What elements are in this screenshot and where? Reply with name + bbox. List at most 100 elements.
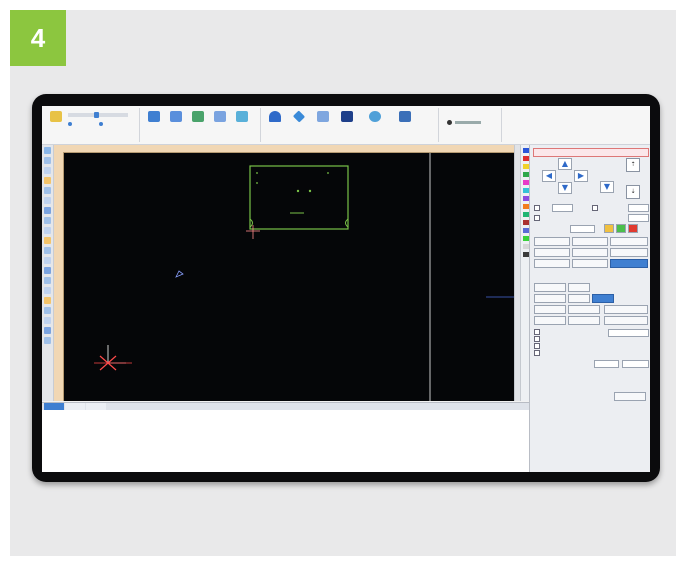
ribbon-button-draw[interactable]: [168, 111, 184, 133]
z-down-button[interactable]: ⇣: [626, 185, 640, 199]
step-speed-field[interactable]: [628, 204, 649, 212]
step-size-field[interactable]: [570, 225, 595, 233]
measure-tool-icon[interactable]: [44, 287, 51, 294]
control-button[interactable]: [572, 248, 608, 257]
option-checkbox[interactable]: [534, 205, 540, 211]
reset-button[interactable]: [614, 392, 646, 401]
option-checkbox[interactable]: [592, 205, 598, 211]
run-button[interactable]: [604, 316, 648, 325]
move-tool-icon[interactable]: [44, 197, 51, 204]
ribbon-button-layer[interactable]: [190, 111, 206, 133]
ribbon-button-import[interactable]: [146, 111, 162, 133]
layer-color-swatch[interactable]: [522, 164, 529, 169]
speed-slider-thumb[interactable]: [94, 112, 99, 118]
layer-color-swatch[interactable]: [522, 148, 529, 153]
jog-down-button[interactable]: ▼: [558, 182, 572, 194]
ribbon-button-back[interactable]: [267, 111, 283, 133]
layer-color-swatch[interactable]: [522, 172, 529, 177]
control-button[interactable]: [610, 237, 648, 246]
layer-color-swatch[interactable]: [522, 244, 529, 249]
ribbon-button-page[interactable]: [212, 111, 228, 133]
nest-tool-icon[interactable]: [44, 267, 51, 274]
control-button[interactable]: [610, 248, 648, 257]
control-button[interactable]: [572, 259, 608, 268]
process-button[interactable]: [568, 283, 590, 292]
delete-tool-icon[interactable]: [44, 337, 51, 344]
run-button[interactable]: [568, 305, 600, 314]
z-up-button[interactable]: ⇡: [626, 158, 640, 172]
option-checkbox[interactable]: [534, 343, 540, 349]
part-outline[interactable]: [249, 165, 349, 230]
step-distance-field[interactable]: [552, 204, 573, 212]
bridge-tool-icon[interactable]: [44, 277, 51, 284]
circle-tool-icon[interactable]: [44, 177, 51, 184]
log-tab-alarm[interactable]: [86, 403, 106, 410]
layer-color-swatch[interactable]: [522, 228, 529, 233]
rotate-tool-icon[interactable]: [44, 207, 51, 214]
count-field[interactable]: [594, 360, 619, 368]
run-button[interactable]: [534, 305, 566, 314]
kerf-tool-icon[interactable]: [44, 257, 51, 264]
option-checkbox[interactable]: [534, 329, 540, 335]
ribbon-button-trace[interactable]: [315, 111, 331, 133]
process-button[interactable]: [534, 283, 566, 292]
drawing-canvas[interactable]: [64, 153, 514, 401]
control-button[interactable]: [572, 237, 608, 246]
option-checkbox[interactable]: [534, 336, 540, 342]
auto-mode-icon[interactable]: [447, 120, 452, 125]
layer-color-swatch[interactable]: [522, 180, 529, 185]
layer-color-swatch[interactable]: [522, 220, 529, 225]
jog-up-button[interactable]: ▲: [558, 158, 572, 170]
lead-tool-icon[interactable]: [44, 247, 51, 254]
ribbon-button-display[interactable]: [339, 111, 355, 133]
run-button[interactable]: [534, 316, 566, 325]
control-button[interactable]: [534, 237, 570, 246]
cooling-tool-icon[interactable]: [44, 317, 51, 324]
sort-tool-icon[interactable]: [44, 307, 51, 314]
control-button-active[interactable]: [610, 259, 648, 268]
layer-color-swatch[interactable]: [522, 196, 529, 201]
zoom-tool-icon[interactable]: [44, 327, 51, 334]
mirror-tool-icon[interactable]: [44, 217, 51, 224]
count-total-field[interactable]: [622, 360, 649, 368]
log-tab-plot[interactable]: [65, 403, 85, 410]
ribbon-button-settings[interactable]: [234, 111, 250, 133]
layer-color-swatch[interactable]: [522, 156, 529, 161]
process-button[interactable]: [534, 294, 566, 303]
step-value-field[interactable]: [628, 214, 649, 222]
layer-color-swatch[interactable]: [522, 204, 529, 209]
text-tool-icon[interactable]: [44, 187, 51, 194]
layer-color-swatch[interactable]: [522, 236, 529, 241]
ribbon-button-globe[interactable]: [367, 111, 383, 133]
ribbon-button-camera[interactable]: [397, 111, 413, 133]
jog-light-button[interactable]: [604, 224, 614, 233]
run-button[interactable]: [568, 316, 600, 325]
process-button-active[interactable]: [592, 294, 614, 303]
rectangle-tool-icon[interactable]: [44, 167, 51, 174]
layer-color-swatch[interactable]: [522, 212, 529, 217]
auto-mode-label[interactable]: [455, 121, 481, 124]
select-tool-icon[interactable]: [44, 147, 51, 154]
control-button[interactable]: [534, 248, 570, 257]
jog-ok-button[interactable]: [616, 224, 626, 233]
ribbon-button-frame[interactable]: [291, 110, 307, 133]
jog-diagonal-button[interactable]: ▼: [600, 181, 614, 193]
mode-radio-2[interactable]: [99, 122, 103, 126]
jog-stop-button[interactable]: [628, 224, 638, 233]
array-tool-icon[interactable]: [44, 237, 51, 244]
option-checkbox[interactable]: [534, 350, 540, 356]
layer-color-swatch[interactable]: [522, 188, 529, 193]
ribbon-button-open[interactable]: [48, 111, 64, 133]
log-tab-system[interactable]: [44, 403, 64, 410]
mode-radio-1[interactable]: [68, 122, 72, 126]
scale-tool-icon[interactable]: [44, 227, 51, 234]
jog-left-button[interactable]: ◀: [542, 170, 556, 182]
process-button[interactable]: [568, 294, 590, 303]
mode-select[interactable]: [608, 329, 649, 337]
option-checkbox[interactable]: [534, 215, 540, 221]
jog-right-button[interactable]: ▶: [574, 170, 588, 182]
origin-tool-icon[interactable]: [44, 297, 51, 304]
layer-color-swatch[interactable]: [522, 252, 529, 257]
run-button[interactable]: [604, 305, 648, 314]
control-button[interactable]: [534, 259, 570, 268]
